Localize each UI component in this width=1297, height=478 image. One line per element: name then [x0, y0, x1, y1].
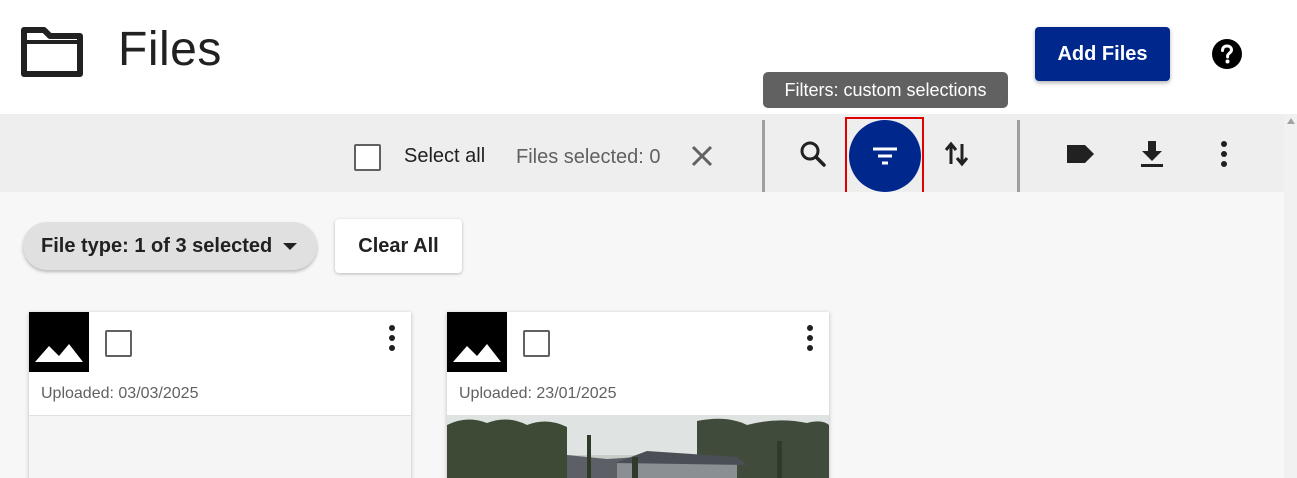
- scrollbar[interactable]: [1284, 114, 1297, 478]
- page-header: Files Add Files: [0, 0, 1297, 114]
- file-card[interactable]: Uploaded: 23/01/2025: [447, 312, 829, 478]
- files-page: Files Add Files Filters: custom selectio…: [0, 0, 1297, 478]
- upload-date: Uploaded: 23/01/2025: [459, 385, 617, 402]
- upload-date: Uploaded: 03/03/2025: [41, 385, 199, 402]
- filter-tooltip: Filters: custom selections: [763, 72, 1008, 108]
- files-toolbar: Select all Files selected: 0: [0, 114, 1284, 195]
- toolbar-divider: [1017, 120, 1020, 192]
- file-select-checkbox[interactable]: [523, 330, 550, 357]
- select-all-label[interactable]: Select all: [404, 145, 485, 168]
- tag-icon[interactable]: [1064, 138, 1096, 170]
- files-content: File type: 1 of 3 selected Clear All Upl…: [0, 192, 1284, 478]
- chevron-down-icon: [283, 243, 297, 250]
- folder-icon: [21, 27, 83, 77]
- close-icon[interactable]: [688, 142, 716, 170]
- file-card[interactable]: Uploaded: 03/03/2025: [29, 312, 411, 478]
- scroll-up-arrow[interactable]: [1287, 118, 1295, 124]
- add-files-button[interactable]: Add Files: [1035, 27, 1170, 81]
- download-icon[interactable]: [1136, 138, 1168, 170]
- search-icon[interactable]: [797, 138, 829, 170]
- file-type-filter-label: File type: 1 of 3 selected: [41, 234, 273, 257]
- help-icon[interactable]: [1211, 38, 1243, 70]
- file-photo-thumbnail[interactable]: [447, 415, 829, 478]
- more-vert-icon[interactable]: [383, 324, 401, 354]
- more-vert-icon[interactable]: [1208, 138, 1240, 170]
- image-icon: [29, 312, 89, 372]
- page-title: Files: [118, 23, 222, 76]
- more-vert-icon[interactable]: [801, 324, 819, 354]
- files-selected-count: Files selected: 0: [516, 146, 661, 168]
- filter-button[interactable]: [849, 120, 921, 192]
- file-type-filter-chip[interactable]: File type: 1 of 3 selected: [23, 222, 317, 270]
- file-select-checkbox[interactable]: [105, 330, 132, 357]
- select-all-checkbox[interactable]: [354, 144, 381, 171]
- toolbar-divider: [762, 120, 765, 192]
- clear-all-button[interactable]: Clear All: [335, 219, 462, 273]
- sort-icon[interactable]: [941, 138, 973, 170]
- file-preview[interactable]: [29, 415, 411, 478]
- filter-icon: [873, 147, 897, 165]
- image-icon: [447, 312, 507, 372]
